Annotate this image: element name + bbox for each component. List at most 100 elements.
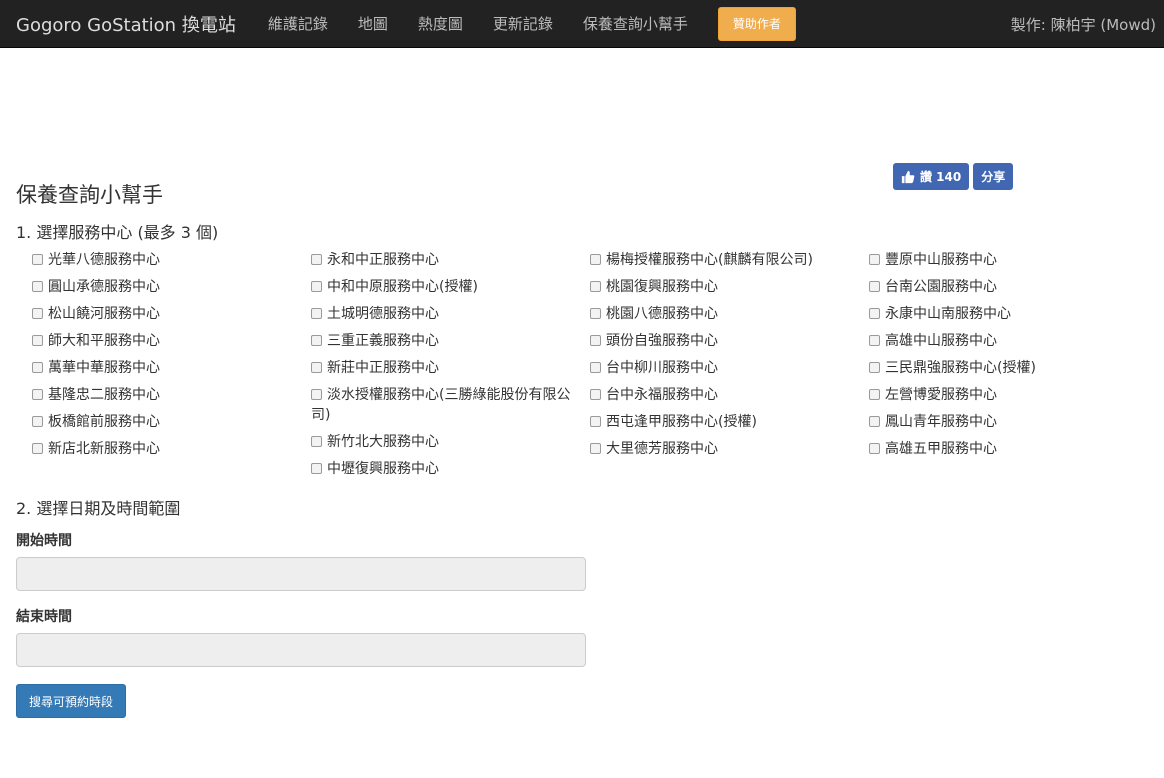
center-option-label[interactable]: 桃園八德服務中心 (590, 306, 718, 322)
center-option-label[interactable]: 土城明德服務中心 (311, 306, 439, 322)
center-option-label[interactable]: 西屯逢甲服務中心(授權) (590, 414, 757, 430)
step2-heading: 2. 選擇日期及時間範圍 (16, 499, 181, 518)
center-checkbox[interactable] (869, 254, 880, 265)
center-checkbox[interactable] (869, 281, 880, 292)
center-option-label[interactable]: 高雄五甲服務中心 (869, 441, 997, 457)
center-option: 台中柳川服務中心 (590, 358, 869, 378)
center-option-label[interactable]: 大里德芳服務中心 (590, 441, 718, 457)
center-checkbox[interactable] (311, 436, 322, 447)
center-option-label[interactable]: 台南公園服務中心 (869, 279, 997, 295)
sponsor-button[interactable]: 贊助作者 (717, 6, 796, 41)
center-option: 三民鼎強服務中心(授權) (869, 358, 1148, 378)
center-name: 豐原中山服務中心 (885, 252, 997, 268)
center-name: 土城明德服務中心 (327, 306, 439, 322)
center-option: 松山饒河服務中心 (32, 304, 311, 324)
center-option-label[interactable]: 淡水授權服務中心(三勝綠能股份有限公司) (311, 387, 570, 423)
center-checkbox[interactable] (311, 362, 322, 373)
center-option-label[interactable]: 基隆忠二服務中心 (32, 387, 160, 403)
center-option-label[interactable]: 松山饒河服務中心 (32, 306, 160, 322)
center-checkbox[interactable] (311, 281, 322, 292)
center-option-label[interactable]: 新竹北大服務中心 (311, 434, 439, 450)
center-option-label[interactable]: 永和中正服務中心 (311, 252, 439, 268)
center-checkbox[interactable] (311, 463, 322, 474)
center-checkbox[interactable] (32, 416, 43, 427)
center-option: 基隆忠二服務中心 (32, 385, 311, 405)
center-option: 板橋館前服務中心 (32, 412, 311, 432)
center-option: 土城明德服務中心 (311, 304, 590, 324)
center-column-1: 光華八德服務中心 圓山承德服務中心 松山饒河服務中心 師大和平服務中心 萬華中華… (32, 250, 311, 486)
center-option: 鳳山青年服務中心 (869, 412, 1148, 432)
end-time-input[interactable] (16, 633, 586, 667)
center-name: 西屯逢甲服務中心(授權) (606, 414, 757, 430)
center-option-label[interactable]: 左營博愛服務中心 (869, 387, 997, 403)
center-checkbox[interactable] (869, 362, 880, 373)
center-checkbox[interactable] (590, 416, 601, 427)
center-name: 松山饒河服務中心 (48, 306, 160, 322)
center-checkbox[interactable] (590, 254, 601, 265)
nav-maintenance-helper[interactable]: 保養查詢小幫手 (568, 13, 703, 34)
center-name: 大里德芳服務中心 (606, 441, 718, 457)
navbar: Gogoro GoStation 換電站 維護記錄 地圖 熱度圖 更新記錄 保養… (0, 0, 1164, 48)
center-option-label[interactable]: 板橋館前服務中心 (32, 414, 160, 430)
center-option-label[interactable]: 光華八德服務中心 (32, 252, 160, 268)
center-checkbox[interactable] (311, 389, 322, 400)
center-checkbox[interactable] (590, 443, 601, 454)
center-checkbox[interactable] (869, 308, 880, 319)
center-checkbox[interactable] (311, 254, 322, 265)
center-checkbox[interactable] (590, 308, 601, 319)
center-option-label[interactable]: 三民鼎強服務中心(授權) (869, 360, 1036, 376)
center-checkbox[interactable] (869, 416, 880, 427)
center-checkbox[interactable] (32, 362, 43, 373)
center-option-label[interactable]: 永康中山南服務中心 (869, 306, 1011, 322)
center-name: 淡水授權服務中心(三勝綠能股份有限公司) (311, 387, 571, 423)
center-option-label[interactable]: 中壢復興服務中心 (311, 461, 439, 477)
start-time-input[interactable] (16, 557, 586, 591)
search-slots-button[interactable]: 搜尋可預約時段 (16, 684, 127, 718)
start-time-label: 開始時間 (16, 533, 72, 549)
center-option: 中壢復興服務中心 (311, 459, 590, 479)
center-checkbox[interactable] (590, 335, 601, 346)
center-option-label[interactable]: 萬華中華服務中心 (32, 360, 160, 376)
center-option-label[interactable]: 台中柳川服務中心 (590, 360, 718, 376)
center-option-label[interactable]: 楊梅授權服務中心(麒麟有限公司) (590, 252, 813, 268)
nav-changelog[interactable]: 更新記錄 (478, 13, 568, 34)
center-checkbox[interactable] (32, 308, 43, 319)
center-checkbox[interactable] (32, 389, 43, 400)
center-checkbox[interactable] (311, 335, 322, 346)
center-option: 台南公園服務中心 (869, 277, 1148, 297)
brand-link[interactable]: Gogoro GoStation 換電站 (16, 11, 236, 37)
thumbs-up-icon (901, 170, 915, 183)
center-option: 三重正義服務中心 (311, 331, 590, 351)
center-option: 豐原中山服務中心 (869, 250, 1148, 270)
center-column-4: 豐原中山服務中心 台南公園服務中心 永康中山南服務中心 高雄中山服務中心 三民鼎… (869, 250, 1148, 486)
center-option-label[interactable]: 頭份自強服務中心 (590, 333, 718, 349)
center-checkbox[interactable] (311, 308, 322, 319)
center-checkbox[interactable] (869, 443, 880, 454)
facebook-like-button[interactable]: 讚 140 (893, 163, 970, 190)
center-option-label[interactable]: 中和中原服務中心(授權) (311, 279, 478, 295)
nav-maintenance-records[interactable]: 維護記錄 (253, 13, 343, 34)
center-checkbox[interactable] (32, 335, 43, 346)
center-checkbox[interactable] (32, 254, 43, 265)
center-option-label[interactable]: 桃園復興服務中心 (590, 279, 718, 295)
center-option-label[interactable]: 三重正義服務中心 (311, 333, 439, 349)
facebook-share-button[interactable]: 分享 (973, 163, 1014, 190)
center-option-label[interactable]: 高雄中山服務中心 (869, 333, 997, 349)
center-checkbox[interactable] (869, 335, 880, 346)
center-checkbox[interactable] (590, 362, 601, 373)
center-option-label[interactable]: 新莊中正服務中心 (311, 360, 439, 376)
center-checkbox[interactable] (32, 281, 43, 292)
center-checkbox[interactable] (32, 443, 43, 454)
nav-map[interactable]: 地圖 (343, 13, 403, 34)
center-checkbox[interactable] (590, 281, 601, 292)
center-checkbox[interactable] (590, 389, 601, 400)
center-option-label[interactable]: 豐原中山服務中心 (869, 252, 997, 268)
service-center-grid: 光華八德服務中心 圓山承德服務中心 松山饒河服務中心 師大和平服務中心 萬華中華… (16, 250, 1148, 486)
center-option-label[interactable]: 師大和平服務中心 (32, 333, 160, 349)
center-option-label[interactable]: 新店北新服務中心 (32, 441, 160, 457)
nav-heatmap[interactable]: 熱度圖 (403, 13, 478, 34)
center-option-label[interactable]: 台中永福服務中心 (590, 387, 718, 403)
center-option-label[interactable]: 鳳山青年服務中心 (869, 414, 997, 430)
center-option-label[interactable]: 圓山承德服務中心 (32, 279, 160, 295)
center-checkbox[interactable] (869, 389, 880, 400)
